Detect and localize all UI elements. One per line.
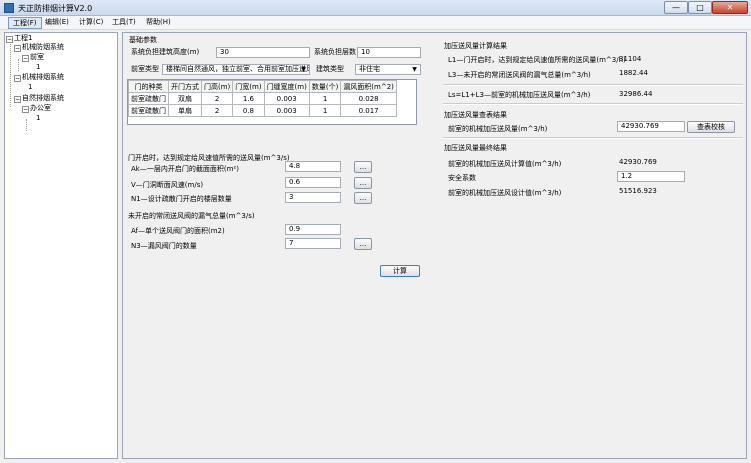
col-door-type[interactable]: 门的种类: [128, 80, 169, 93]
ak-input[interactable]: 4.8: [285, 161, 341, 172]
col-door-width[interactable]: 门宽(m): [232, 80, 265, 93]
door-table: 门的种类 开门方式 门高(m) 门宽(m) 门缝宽度(m) 数量(个) 漏风面积…: [128, 80, 397, 117]
col-quantity[interactable]: 数量(个): [308, 80, 342, 93]
collapse-icon[interactable]: −: [14, 45, 21, 52]
menu-project[interactable]: 工程(F): [8, 17, 42, 29]
tree-node-natural-smoke-exhaust[interactable]: − 自然排烟系统: [14, 94, 64, 103]
tree-node-mech-exhaust-1[interactable]: 1: [28, 83, 32, 92]
design-value-label: 前室的机械加压送风设计值(m^3/h): [448, 189, 562, 197]
collapse-icon[interactable]: −: [14, 75, 21, 82]
minimize-button[interactable]: —: [664, 1, 688, 14]
l1-value: 31104: [619, 55, 642, 63]
tree-node-anteroom[interactable]: − 前室: [22, 53, 44, 62]
v-label: V—门洞断面风速(m/s): [131, 181, 204, 189]
tree-node-office[interactable]: − 办公室: [22, 104, 51, 113]
n1-browse-button[interactable]: ...: [354, 192, 372, 204]
building-type-label: 建筑类型: [316, 65, 344, 73]
room-type-label: 前室类型: [131, 65, 159, 73]
design-value: 51516.923: [619, 187, 657, 195]
section-table-results: 加压送风量查表结果: [444, 111, 507, 119]
app-icon: [4, 3, 14, 13]
project-tree: − 工程1 − 机械防烟系统 − 前室 1 − 机械排烟系统 1 − 自然排烟系统 − 办公…: [4, 32, 118, 459]
ak-browse-button[interactable]: ...: [354, 161, 372, 173]
menu-help[interactable]: 帮助(H): [142, 17, 175, 29]
table-airflow-label: 前室的机械加压送风量(m^3/h): [448, 125, 548, 133]
main-panel: 基础参数 系统负担建筑高度(m) 30 系统负担层数 10 前室类型 楼梯间自然…: [122, 32, 747, 459]
section-closed-valve: 未开启的常闭送风阀的漏气总量(m^3/s): [128, 212, 255, 220]
table-row[interactable]: 前室疏散门 双扇 2 1.6 0.003 1 0.028: [128, 92, 397, 105]
col-gap-width[interactable]: 门缝宽度(m): [263, 80, 310, 93]
v-input[interactable]: 0.6: [285, 177, 341, 188]
col-leak-area[interactable]: 漏风面积(m^2): [340, 80, 397, 93]
safety-factor-input[interactable]: 1.2: [617, 171, 685, 182]
calc-value-label: 前室的机械加压送风计算值(m^3/h): [448, 160, 562, 168]
close-button[interactable]: ✕: [712, 1, 748, 14]
dropdown-arrow-icon[interactable]: ▼: [299, 65, 308, 74]
tree-node-mech-smoke-exhaust[interactable]: − 机械排烟系统: [14, 73, 64, 82]
table-row[interactable]: 前室疏散门 单扇 2 0.8 0.003 1 0.017: [128, 104, 397, 117]
section-open-door: 门开启时，达到规定给风速值所需的送风量(m^3/s): [128, 154, 290, 162]
n1-label: N1—设计疏散门开启的楼层数量: [131, 195, 232, 203]
door-table-header: 门的种类 开门方式 门高(m) 门宽(m) 门缝宽度(m) 数量(个) 漏风面积…: [128, 80, 397, 93]
l3-value: 1882.44: [619, 69, 648, 77]
n3-input[interactable]: 7: [285, 238, 341, 249]
collapse-icon[interactable]: −: [22, 106, 29, 113]
title-bar: 天正防排烟计算V2.0 — □ ✕: [0, 0, 751, 16]
room-type-select[interactable]: 楼梯间自然通风，独立前室、合用前室加压送风 ▼: [162, 64, 310, 75]
divider: [443, 84, 743, 86]
menu-edit[interactable]: 编辑(E): [41, 17, 73, 29]
building-height-label: 系统负担建筑高度(m): [131, 48, 200, 56]
section-final-results: 加压送风量最终结果: [444, 144, 507, 152]
tree-node-anteroom-1[interactable]: 1: [36, 63, 40, 72]
col-open-mode[interactable]: 开门方式: [168, 80, 202, 93]
menu-calculate[interactable]: 计算(C): [75, 17, 107, 29]
n3-browse-button[interactable]: ...: [354, 238, 372, 250]
tree-node-office-1[interactable]: 1: [36, 114, 40, 123]
section-basic-params: 基础参数: [129, 36, 157, 44]
col-door-height[interactable]: 门高(m): [200, 80, 234, 93]
calculate-button[interactable]: 计算: [380, 265, 420, 277]
ls-value: 32986.44: [619, 90, 653, 98]
menu-bar: 工程(F) 编辑(E) 计算(C) 工具(T) 帮助(H): [0, 16, 751, 30]
maximize-button[interactable]: □: [688, 1, 712, 14]
tree-node-project[interactable]: − 工程1: [6, 34, 32, 43]
collapse-icon[interactable]: −: [22, 55, 29, 62]
ak-label: Ak—一层内开启门的截面面积(m²): [131, 165, 239, 173]
tree-node-mech-smoke-prevention[interactable]: − 机械防烟系统: [14, 43, 64, 52]
calc-value: 42930.769: [619, 158, 657, 166]
af-input[interactable]: 0.9: [285, 224, 341, 235]
v-browse-button[interactable]: ...: [354, 177, 372, 189]
l1-label: L1—门开启时，达到规定给风速值所需的送风量(m^3/h): [448, 56, 626, 64]
divider: [443, 103, 743, 105]
af-label: Af—单个送风阀门的面积(m2): [131, 227, 225, 235]
table-airflow-input[interactable]: 42930.769: [617, 121, 685, 132]
floors-label: 系统负担层数: [314, 48, 356, 56]
floors-input[interactable]: 10: [357, 47, 421, 58]
menu-tools[interactable]: 工具(T): [108, 17, 140, 29]
collapse-icon[interactable]: −: [6, 36, 13, 43]
building-height-input[interactable]: 30: [216, 47, 310, 58]
table-check-button[interactable]: 查表校核: [687, 121, 735, 133]
divider: [443, 137, 743, 139]
ls-label: Ls=L1+L3—前室的机械加压送风量(m^3/h): [448, 91, 591, 99]
dropdown-arrow-icon[interactable]: ▼: [410, 65, 419, 74]
section-calc-results: 加压送风量计算结果: [444, 42, 507, 50]
n3-label: N3—漏风阀门的数量: [131, 242, 197, 250]
n1-input[interactable]: 3: [285, 192, 341, 203]
safety-factor-label: 安全系数: [448, 174, 476, 182]
collapse-icon[interactable]: −: [14, 96, 21, 103]
window-title: 天正防排烟计算V2.0: [18, 4, 93, 13]
building-type-select[interactable]: 非住宅 ▼: [355, 64, 421, 75]
l3-label: L3—未开启的常闭送风阀的漏气总量(m^3/h): [448, 71, 591, 79]
